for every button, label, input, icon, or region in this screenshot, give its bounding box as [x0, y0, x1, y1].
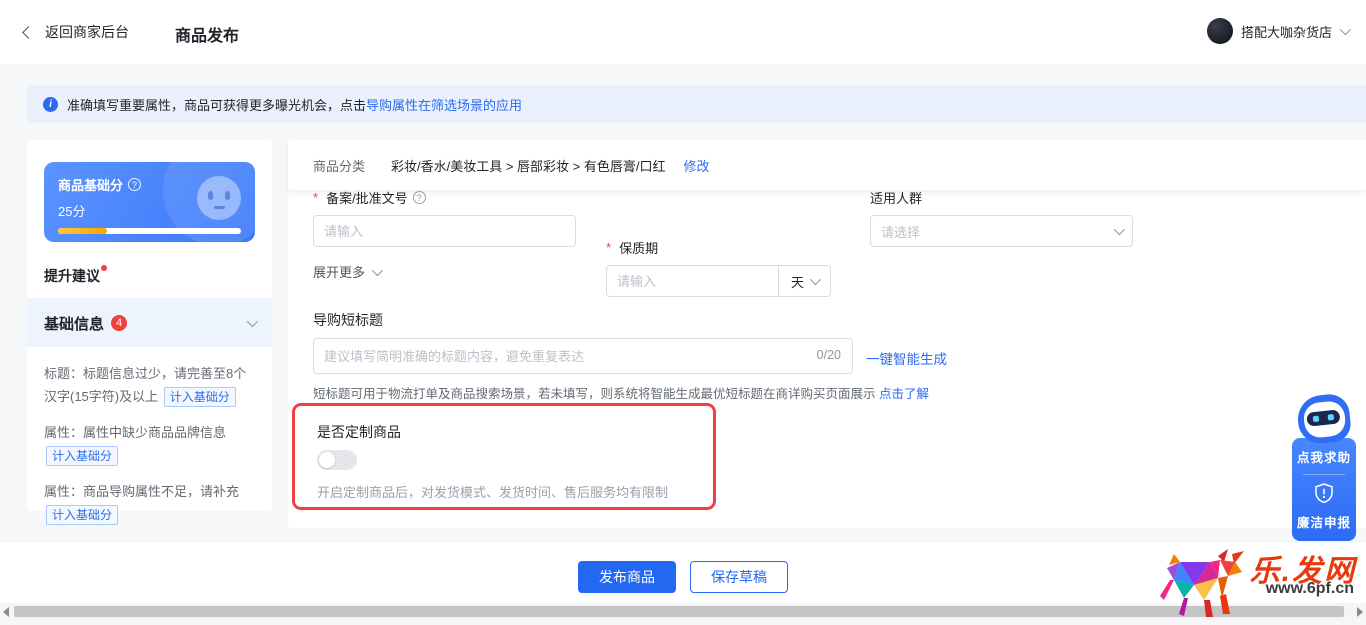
main-form-panel: 商品分类 彩妆/香水/美妆工具 > 唇部彩妆 > 有色唇膏/口红 修改 备案/批… [288, 140, 1366, 528]
toggle-knob [319, 452, 335, 468]
category-breadcrumb: 商品分类 彩妆/香水/美妆工具 > 唇部彩妆 > 有色唇膏/口红 修改 [288, 140, 1366, 190]
suggestion-list: 标题：标题信息过少，请完善至8个汉字(15字符)及以上 计入基础分 属性：属性中… [44, 362, 257, 539]
score-sidebar: 商品基础分 25分 提升建议 基础信息 4 标题：标题信息过少，请完善至8个汉字… [27, 140, 272, 511]
custom-product-toggle[interactable] [317, 450, 357, 470]
short-title-label: 导购短标题 [313, 310, 383, 330]
chevron-down-icon [1340, 24, 1351, 35]
short-title-help: 短标题可用于物流打单及商品搜索场景，若未填写，则系统将智能生成最优短标题在商详购… [313, 383, 929, 402]
score-tag: 计入基础分 [164, 387, 236, 407]
expand-more-toggle[interactable]: 展开更多 [313, 262, 380, 281]
score-progress-fill [58, 228, 107, 234]
score-tag: 计入基础分 [46, 446, 118, 466]
notification-dot [101, 265, 107, 271]
scroll-left-arrow[interactable] [3, 607, 9, 617]
action-bar: 发布商品 保存草稿 [0, 543, 1366, 603]
improvement-suggestions-title: 提升建议 [44, 266, 107, 286]
back-chevron-icon [22, 26, 35, 39]
account-menu[interactable]: 搭配大咖杂货店 [1207, 18, 1348, 44]
field-shelf-life: 保质期 天 [606, 238, 831, 297]
top-header: 返回商家后台 商品发布 搭配大咖杂货店 [0, 0, 1366, 64]
field-help-icon[interactable] [413, 191, 426, 204]
integrity-shield-icon [1315, 483, 1333, 503]
score-progress-track [58, 228, 241, 234]
divider [1303, 474, 1345, 475]
scroll-right-arrow[interactable] [1357, 607, 1363, 617]
product-score-card: 商品基础分 25分 [44, 162, 255, 242]
chevron-down-icon [372, 264, 383, 275]
learn-more-link[interactable]: 点击了解 [879, 387, 929, 401]
shelf-life-unit-select[interactable]: 天 [778, 266, 830, 296]
custom-product-hint: 开启定制商品后，对发货模式、发货时间、售后服务均有限制 [317, 482, 668, 501]
char-counter: 0/20 [817, 348, 841, 362]
short-title-input[interactable] [313, 338, 853, 374]
product-publish-page: 返回商家后台 商品发布 搭配大咖杂货店 准确填写重要属性，商品可获得更多曝光机会… [0, 0, 1366, 625]
banner-text: 准确填写重要属性，商品可获得更多曝光机会，点击 [67, 95, 366, 114]
score-title: 商品基础分 [58, 175, 123, 194]
issue-count-badge: 4 [111, 315, 127, 331]
chevron-down-icon [810, 274, 821, 285]
scrollbar-thumb[interactable] [14, 606, 1344, 617]
short-title-field: 0/20 [313, 338, 853, 374]
integrity-report-button[interactable]: 廉洁申报 [1292, 512, 1356, 531]
notice-banner: 准确填写重要属性，商品可获得更多曝光机会，点击 导购属性在筛选场景的应用 [27, 85, 1366, 123]
score-help-icon[interactable] [128, 178, 141, 191]
required-asterisk [313, 190, 321, 205]
edit-category-link[interactable]: 修改 [683, 156, 709, 175]
page-title: 商品发布 [175, 22, 239, 46]
field-audience: 适用人群 请选择 [870, 188, 1133, 247]
field-record-number: 备案/批准文号 [313, 188, 576, 247]
category-label: 商品分类 [313, 156, 365, 175]
category-path: 彩妆/香水/美妆工具 > 唇部彩妆 > 有色唇膏/口红 [391, 156, 665, 175]
chevron-down-icon [1114, 224, 1125, 235]
required-asterisk [606, 240, 614, 255]
floating-helper-widget: 点我求助 廉洁申报 [1292, 395, 1356, 541]
audience-select[interactable]: 请选择 [870, 215, 1133, 247]
suggestion-item: 属性：商品导购属性不足，请补充 计入基础分 [44, 480, 257, 526]
section-title: 基础信息 [44, 313, 104, 334]
back-label: 返回商家后台 [45, 22, 129, 42]
help-me-button[interactable]: 点我求助 [1292, 447, 1356, 466]
ai-generate-link[interactable]: 一键智能生成 [866, 348, 947, 368]
banner-link[interactable]: 导购属性在筛选场景的应用 [366, 95, 522, 114]
avatar [1207, 18, 1233, 44]
helper-panel: 点我求助 廉洁申报 [1292, 438, 1356, 541]
record-number-input[interactable] [313, 215, 576, 247]
custom-product-label: 是否定制商品 [317, 422, 401, 442]
chevron-down-icon [247, 316, 258, 327]
annotation-box: 是否定制商品 开启定制商品后，对发货模式、发货时间、售后服务均有限制 [292, 403, 716, 510]
score-face-icon [197, 176, 241, 220]
account-name: 搭配大咖杂货店 [1241, 22, 1332, 41]
save-draft-button[interactable]: 保存草稿 [690, 561, 788, 593]
horizontal-scrollbar [0, 603, 1366, 620]
suggestion-item: 标题：标题信息过少，请完善至8个汉字(15字符)及以上 计入基础分 [44, 362, 257, 408]
info-icon [43, 97, 58, 112]
suggestion-item: 属性：属性中缺少商品品牌信息 计入基础分 [44, 421, 257, 467]
score-tag: 计入基础分 [46, 505, 118, 525]
section-basic-info[interactable]: 基础信息 4 [27, 299, 272, 347]
publish-button[interactable]: 发布商品 [578, 561, 676, 593]
back-to-merchant-console[interactable]: 返回商家后台 [24, 22, 129, 42]
